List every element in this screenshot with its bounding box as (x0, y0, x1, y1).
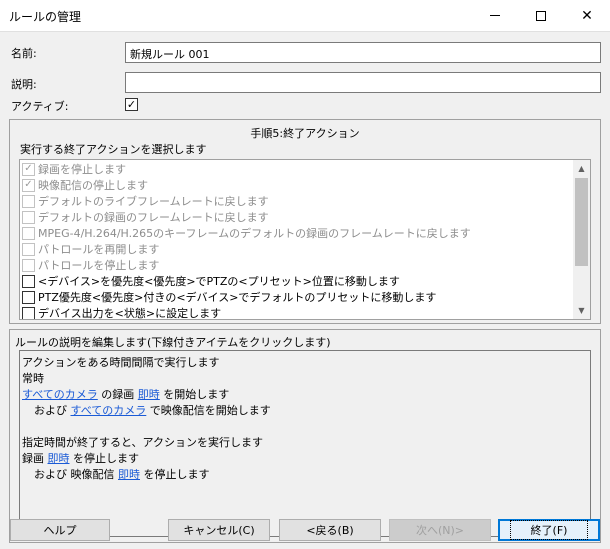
action-item[interactable]: PTZ優先度<優先度>付きの<デバイス>でデフォルトのプリセットに移動します (22, 289, 436, 305)
action-item[interactable]: <デバイス>を優先度<優先度>でPTZの<プリセット>位置に移動します (22, 273, 400, 289)
name-label: 名前: (11, 47, 37, 60)
description-text: を停止します (69, 452, 139, 465)
description-text: を停止します (140, 468, 210, 481)
description-line: 指定時間が終了すると、アクションを実行します (22, 436, 264, 449)
description-line: アクションをある時間間隔で実行します (22, 356, 220, 369)
cancel-button[interactable]: キャンセル(C) (168, 519, 270, 541)
maximize-icon (536, 10, 546, 21)
active-checkbox[interactable]: ✓ (125, 98, 138, 111)
all-cameras-link[interactable]: すべてのカメラ (71, 404, 147, 417)
action-checkbox[interactable] (22, 194, 35, 208)
action-checkbox[interactable] (22, 274, 35, 288)
minimize-icon (490, 15, 500, 16)
action-item[interactable]: デフォルトの録画のフレームレートに戻します (22, 209, 269, 225)
action-label: 映像配信の停止します (38, 179, 148, 192)
step-title: 手順5:終了アクション (250, 127, 360, 140)
active-label: アクティブ: (11, 100, 69, 113)
action-checkbox[interactable]: ✓ (22, 178, 35, 192)
next-button[interactable]: 次へ(N)> (389, 519, 491, 541)
action-label: 録画を停止します (38, 163, 126, 176)
action-label: PTZ優先度<優先度>付きの<デバイス>でデフォルトのプリセットに移動します (38, 291, 437, 304)
finish-button-label: 終了(F) (509, 520, 589, 540)
description-text: および 映像配信 (34, 468, 118, 481)
action-label: パトロールを停止します (38, 259, 160, 272)
action-checkbox[interactable] (22, 290, 35, 304)
description-text: 録画 (22, 452, 48, 465)
description-line: および すべてのカメラ で映像配信を開始します (34, 402, 271, 418)
description-line: および 映像配信 即時 を停止します (34, 466, 210, 482)
description-input[interactable] (125, 72, 601, 93)
action-list-scrollbar[interactable]: ▲ ▼ (573, 160, 590, 319)
step-subtitle: 実行する終了アクションを選択します (20, 143, 207, 156)
action-label: MPEG-4/H.264/H.265のキーフレームのデフォルトの録画のフレームレ… (38, 227, 471, 240)
description-text: の録画 (97, 388, 138, 401)
finish-button[interactable]: 終了(F) (498, 519, 600, 541)
action-checkbox[interactable]: ✓ (22, 162, 35, 176)
action-item[interactable]: デバイス出力を<状態>に設定します (22, 305, 222, 320)
back-button[interactable]: <戻る(B) (279, 519, 381, 541)
action-checkbox[interactable] (22, 210, 35, 224)
action-list[interactable]: ✓ 録画を停止します ✓ 映像配信の停止します デフォルトのライブフレームレートに戻… (19, 159, 591, 320)
help-button[interactable]: ヘルプ (10, 519, 110, 541)
action-label: <デバイス>を優先度<優先度>でPTZの<プリセット>位置に移動します (38, 275, 400, 288)
action-label: パトロールを再開します (38, 243, 160, 256)
description-label: 説明: (11, 78, 37, 91)
close-icon: ✕ (581, 7, 593, 24)
action-checkbox[interactable] (22, 226, 35, 240)
dialog-content: 名前: 新規ルール 001 説明: アクティブ: ✓ 手順5:終了アクション 実… (0, 31, 610, 549)
action-checkbox[interactable] (22, 258, 35, 272)
description-text: および (34, 404, 71, 417)
immediately-link[interactable]: 即時 (118, 468, 140, 481)
description-line: すべてのカメラ の録画 即時 を開始します (22, 386, 229, 402)
close-button[interactable]: ✕ (564, 0, 610, 31)
scroll-down-icon[interactable]: ▼ (573, 302, 590, 319)
rule-description-box: アクションをある時間間隔で実行します 常時 すべてのカメラ の録画 即時 を開始… (19, 350, 591, 537)
minimize-button[interactable] (472, 0, 518, 31)
action-checkbox[interactable] (22, 306, 35, 319)
title-bar: ルールの管理 ✕ (0, 0, 610, 31)
action-checkbox[interactable] (22, 242, 35, 256)
action-label: デフォルトの録画のフレームレートに戻します (38, 211, 269, 224)
action-item[interactable]: パトロールを再開します (22, 241, 159, 257)
action-item[interactable]: ✓ 録画を停止します (22, 161, 126, 177)
check-icon: ✓ (126, 98, 137, 111)
action-item[interactable]: MPEG-4/H.264/H.265のキーフレームのデフォルトの録画のフレームレ… (22, 225, 471, 241)
immediately-link[interactable]: 即時 (48, 452, 70, 465)
maximize-button[interactable] (518, 0, 564, 31)
description-text: を開始します (159, 388, 230, 401)
window-title: ルールの管理 (9, 10, 82, 24)
action-item[interactable]: ✓ 映像配信の停止します (22, 177, 148, 193)
scroll-up-icon[interactable]: ▲ (573, 160, 590, 177)
action-label: デフォルトのライブフレームレートに戻します (38, 195, 269, 208)
action-label: デバイス出力を<状態>に設定します (38, 307, 222, 320)
description-line: 常時 (22, 372, 44, 385)
description-line: 録画 即時 を停止します (22, 450, 139, 466)
action-item[interactable]: パトロールを停止します (22, 257, 159, 273)
immediately-link[interactable]: 即時 (138, 388, 160, 401)
scroll-thumb[interactable] (575, 178, 588, 266)
rule-description-title: ルールの説明を編集します(下線付きアイテムをクリックします) (15, 336, 331, 349)
all-cameras-link[interactable]: すべてのカメラ (22, 388, 98, 401)
description-text: で映像配信を開始します (146, 404, 271, 417)
name-input[interactable]: 新規ルール 001 (125, 42, 601, 63)
action-item[interactable]: デフォルトのライブフレームレートに戻します (22, 193, 269, 209)
